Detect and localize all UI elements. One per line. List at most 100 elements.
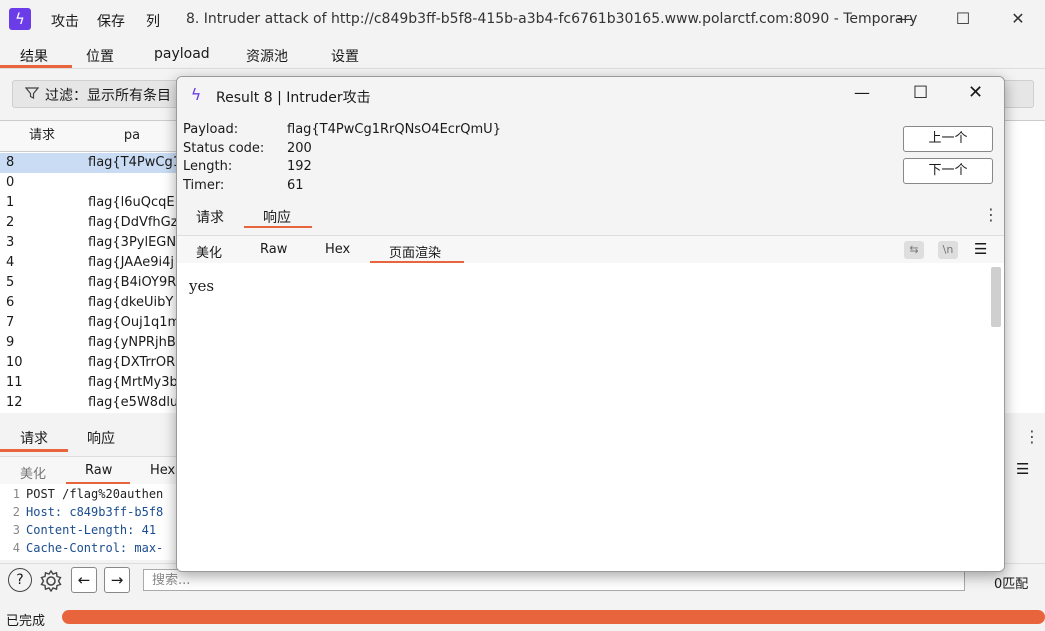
filter-icon	[25, 87, 39, 99]
maximize-button[interactable]: ☐	[948, 8, 978, 30]
table-row[interactable]: 6 flag{dkeUibY	[0, 293, 180, 313]
lower-more-icon[interactable]: ⋮	[1024, 427, 1040, 446]
tab-results[interactable]: 结果	[20, 46, 48, 66]
column-header-request[interactable]: 请求	[0, 121, 85, 152]
dialog-minimize-button[interactable]: —	[854, 83, 870, 102]
request-editor[interactable]: 1 POST /flag%20authen 2 Host: c849b3ff-b5f…	[0, 484, 180, 560]
dialog-title-bar: ϟ Result 8 | Intruder攻击 — ☐ ✕	[177, 77, 1004, 113]
row-payload: flag{l6uQcqE	[88, 195, 175, 210]
lower-subtab-hex[interactable]: Hex	[150, 463, 175, 478]
table-row[interactable]: 4 flag{JAAe9i4j	[0, 253, 180, 273]
dialog-more-icon[interactable]: ⋮	[983, 205, 999, 224]
row-payload: flag{DdVfhGz	[88, 215, 178, 230]
payload-label: Payload:	[183, 122, 239, 137]
code-line: 2 Host: c849b3ff-b5f8	[12, 505, 164, 519]
table-row[interactable]: 9 flag{yNPRjhB	[0, 333, 180, 353]
table-row[interactable]: 11 flag{MrtMy3b	[0, 373, 180, 393]
payload-value: flag{T4PwCg1RrQNsO4EcrQmU}	[287, 122, 501, 137]
code-line: 4 Cache-Control: max-	[12, 541, 164, 555]
lower-tabs: 请求 响应	[0, 422, 180, 452]
lower-subtab-raw[interactable]: Raw	[85, 463, 112, 478]
render-text: yes	[189, 277, 215, 295]
search-input[interactable]: 搜索...	[143, 569, 965, 591]
lower-menu-icon[interactable]: ☰	[1016, 460, 1029, 478]
row-request-number: 10	[6, 355, 23, 370]
minimize-button[interactable]: —	[890, 8, 920, 30]
table-row[interactable]: 12 flag{e5W8dlu	[0, 393, 180, 413]
status-code-label: Status code:	[183, 141, 265, 156]
status-code-value: 200	[287, 141, 312, 156]
row-payload: flag{JAAe9i4j	[88, 255, 174, 270]
dialog-close-button[interactable]: ✕	[968, 82, 983, 103]
timer-label: Timer:	[183, 178, 225, 193]
dialog-tabs: 请求 响应 ⋮	[177, 203, 1004, 229]
menu-attack[interactable]: 攻击	[51, 11, 79, 31]
row-payload: flag{MrtMy3b	[88, 375, 178, 390]
row-payload: flag{dkeUibY	[88, 295, 174, 310]
row-request-number: 0	[6, 175, 15, 190]
code-line: 1 POST /flag%20authen	[12, 487, 164, 501]
tab-positions[interactable]: 位置	[86, 46, 114, 66]
back-arrow-icon[interactable]: ←	[71, 567, 97, 593]
forward-arrow-icon[interactable]: →	[104, 567, 130, 593]
tab-resource-pool[interactable]: 资源池	[246, 46, 288, 66]
dialog-active-tab-indicator	[244, 226, 312, 228]
row-payload: flag{DXTrrOR	[88, 355, 176, 370]
lower-tab-request[interactable]: 请求	[20, 428, 48, 448]
row-request-number: 12	[6, 395, 23, 410]
dialog-subtab-pretty[interactable]: 美化	[196, 242, 222, 261]
render-scrollbar[interactable]	[991, 267, 1001, 327]
table-row[interactable]: 7 flag{Ouj1q1m	[0, 313, 180, 333]
wrap-lines-icon[interactable]: ⇆	[904, 241, 924, 259]
length-value: 192	[287, 159, 312, 174]
dialog-subtab-render[interactable]: 页面渲染	[389, 242, 441, 261]
table-row[interactable]: 8 flag{T4PwCg1	[0, 153, 181, 173]
close-button[interactable]: ✕	[1003, 8, 1033, 30]
next-button[interactable]: 下一个	[903, 158, 993, 184]
lower-active-tab-indicator	[0, 449, 68, 452]
menu-save[interactable]: 保存	[97, 11, 125, 31]
timer-value: 61	[287, 178, 304, 193]
table-row[interactable]: 1 flag{l6uQcqE	[0, 193, 180, 213]
render-pane: yes	[177, 263, 1004, 571]
gear-icon[interactable]	[38, 568, 64, 594]
length-label: Length:	[183, 159, 233, 174]
code-line: 3 Content-Length: 41	[12, 523, 157, 537]
match-count: 0匹配	[994, 577, 1029, 592]
dialog-subtab-hex[interactable]: Hex	[325, 242, 350, 257]
tab-payload[interactable]: payload	[154, 46, 210, 62]
row-request-number: 2	[6, 215, 15, 230]
newline-toggle-icon[interactable]: \n	[938, 241, 958, 259]
table-row[interactable]: 0	[0, 173, 180, 193]
dialog-maximize-button[interactable]: ☐	[913, 83, 928, 103]
title-bar: ϟ 攻击 保存 列 8. Intruder attack of http://c…	[0, 0, 1045, 38]
previous-button[interactable]: 上一个	[903, 126, 993, 152]
lower-tab-response[interactable]: 响应	[87, 428, 115, 448]
row-payload: flag{Ouj1q1m	[88, 315, 181, 330]
status-text: 已完成	[6, 614, 46, 629]
lower-subtabs: 美化 Raw Hex	[0, 456, 180, 486]
active-tab-indicator	[0, 65, 72, 68]
tab-settings[interactable]: 设置	[331, 46, 359, 66]
table-row[interactable]: 5 flag{B4iOY9R	[0, 273, 180, 293]
window-title: 8. Intruder attack of http://c849b3ff-b5…	[186, 11, 918, 27]
burp-logo-icon: ϟ	[190, 85, 202, 104]
dialog-menu-icon[interactable]: ☰	[974, 240, 987, 258]
menu-columns[interactable]: 列	[146, 11, 160, 31]
table-row[interactable]: 2 flag{DdVfhGz	[0, 213, 180, 233]
row-request-number: 11	[6, 375, 23, 390]
row-payload: flag{yNPRjhB	[88, 335, 176, 350]
lower-subtab-pretty[interactable]: 美化	[20, 463, 46, 482]
row-request-number: 5	[6, 275, 15, 290]
row-request-number: 9	[6, 335, 15, 350]
table-row[interactable]: 10 flag{DXTrrOR	[0, 353, 180, 373]
dialog-subtabs: 美化 Raw Hex 页面渲染 ⇆ \n ☰	[177, 235, 1004, 265]
dialog-tab-response[interactable]: 响应	[263, 207, 291, 227]
help-icon[interactable]: ?	[8, 568, 32, 592]
table-row[interactable]: 3 flag{3PylEGN	[0, 233, 180, 253]
dialog-subtab-raw[interactable]: Raw	[260, 242, 287, 257]
row-request-number: 8	[6, 155, 15, 170]
column-header-payload[interactable]: pa	[84, 121, 181, 152]
dialog-tab-request[interactable]: 请求	[196, 207, 224, 227]
row-payload: flag{e5W8dlu	[88, 395, 179, 410]
